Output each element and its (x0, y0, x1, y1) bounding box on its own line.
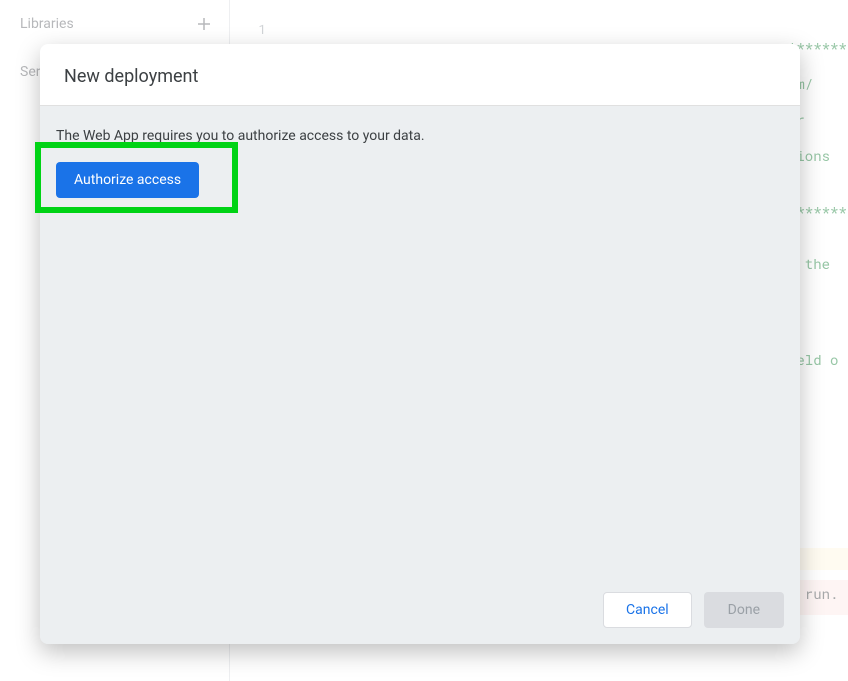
modal-footer: Cancel Done (40, 588, 800, 644)
authorize-access-button[interactable]: Authorize access (56, 162, 199, 198)
auth-description: The Web App requires you to authorize ac… (56, 128, 784, 144)
modal-body: The Web App requires you to authorize ac… (40, 106, 800, 588)
done-button: Done (704, 592, 784, 628)
modal-title: New deployment (64, 66, 776, 87)
cancel-button[interactable]: Cancel (603, 592, 692, 628)
new-deployment-modal: New deployment The Web App requires you … (40, 44, 800, 644)
modal-header: New deployment (40, 44, 800, 106)
